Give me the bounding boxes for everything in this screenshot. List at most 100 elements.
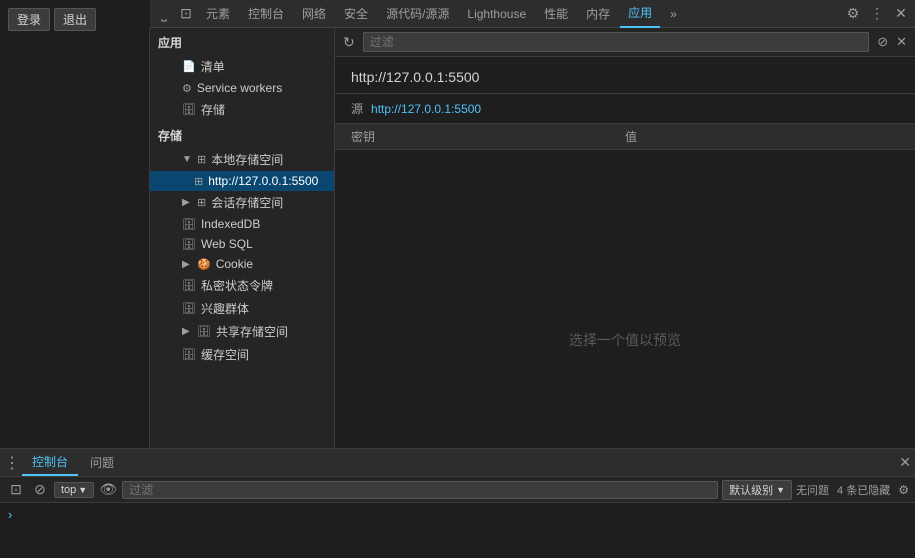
eye-icon[interactable]: 👁 — [98, 480, 118, 500]
prompt-arrow: › — [8, 507, 12, 522]
console-clear-icon[interactable]: ⊡ — [6, 480, 26, 500]
left-panel — [0, 28, 150, 448]
console-toolbar: ⊡ ⊘ top ▼ 👁 默认级别 ▼ 无问题 4 条已隐藏 ⚙ — [0, 477, 915, 503]
top-dropdown[interactable]: top ▼ — [54, 482, 94, 498]
sidebar-item-session-storage[interactable]: ▶ ⊞ 会话存储空间 — [150, 191, 334, 214]
source-row: 源 http://127.0.0.1:5500 — [335, 94, 915, 124]
sidebar-item-cookie-label: Cookie — [216, 257, 253, 271]
sidebar-item-web-sql[interactable]: 🗄 Web SQL — [150, 234, 334, 254]
source-label: 源 — [351, 100, 363, 117]
tab-network[interactable]: 网络 — [294, 0, 334, 28]
table-header: 密钥 值 — [335, 124, 915, 150]
bottom-console: ⋮ 控制台 问题 ✕ ⊡ ⊘ top ▼ 👁 默认级别 ▼ 无问题 4 条已隐藏… — [0, 448, 915, 558]
sidebar-item-interest-groups[interactable]: 🗄 兴趣群体 — [150, 297, 334, 320]
sidebar-section-app: 应用 — [150, 28, 334, 55]
cookie-icon: 🍪 — [197, 258, 211, 271]
shared-storage-arrow: ▶ — [182, 326, 192, 337]
sidebar-item-shared-storage-label: 共享存储空间 — [216, 323, 288, 340]
log-level-label: 默认级别 — [729, 482, 773, 498]
app-header-bar: ↻ ⊘ ✕ — [335, 28, 915, 57]
shared-storage-icon: 🗄 — [197, 325, 211, 338]
service-workers-icon: ⚙ — [182, 82, 192, 95]
tab-console[interactable]: 控制台 — [240, 0, 292, 28]
console-filter-input[interactable] — [122, 481, 718, 499]
console-menu-icon[interactable]: ⋮ — [4, 453, 20, 473]
login-button[interactable]: 登录 — [8, 8, 50, 31]
close-devtools-icon[interactable]: ✕ — [891, 4, 911, 24]
sidebar-item-local-storage-label: 本地存储空间 — [211, 151, 283, 168]
content-url: http://127.0.0.1:5500 — [351, 69, 479, 85]
sidebar-item-private-token-label: 私密状态令牌 — [201, 277, 273, 294]
sidebar-item-storage-menu-label: 存储 — [201, 101, 225, 118]
session-storage-arrow: ▶ — [182, 197, 192, 208]
toolbar-right-icons: ⚙ ⋮ ✕ — [843, 4, 911, 24]
sidebar-item-manifest[interactable]: 📄 清单 — [150, 55, 334, 78]
log-level-button[interactable]: 默认级别 ▼ — [722, 480, 792, 500]
tab-console-bottom[interactable]: 控制台 — [22, 449, 78, 476]
sidebar-item-web-sql-label: Web SQL — [201, 237, 253, 251]
table-header-value: 值 — [625, 128, 899, 145]
manifest-icon: 📄 — [182, 60, 196, 73]
close-filter-icon[interactable]: ✕ — [896, 34, 907, 50]
source-url: http://127.0.0.1:5500 — [371, 102, 481, 116]
sidebar-item-service-workers-label: Service workers — [197, 81, 282, 95]
sidebar-item-indexeddb[interactable]: 🗄 IndexedDB — [150, 214, 334, 234]
top-label: top — [61, 484, 76, 496]
tab-memory[interactable]: 内存 — [578, 0, 618, 28]
sidebar-item-session-storage-label: 会话存储空间 — [211, 194, 283, 211]
close-console-button[interactable]: ✕ — [899, 454, 911, 471]
console-error-icon[interactable]: ⊘ — [30, 480, 50, 500]
log-level-arrow: ▼ — [776, 485, 785, 495]
console-tabs: ⋮ 控制台 问题 ✕ — [0, 449, 915, 477]
devtools-toolbar: ⎵ ⊡ 元素 控制台 网络 安全 源代码/源源 Lighthouse 性能 内存… — [150, 0, 915, 28]
web-sql-icon: 🗄 — [182, 238, 196, 251]
url-display: http://127.0.0.1:5500 — [335, 57, 915, 94]
sidebar-section-storage: 存储 — [150, 121, 334, 148]
toolbar-icon-dock[interactable]: ⎵ — [154, 4, 174, 24]
clear-storage-icon[interactable]: ⊘ — [877, 34, 888, 50]
preview-text: 选择一个值以预览 — [569, 330, 681, 350]
localhost-icon: ⊞ — [194, 175, 203, 188]
sidebar-item-cache[interactable]: 🗄 缓存空间 — [150, 343, 334, 366]
tab-sources[interactable]: 源代码/源源 — [378, 0, 457, 28]
filter-input[interactable] — [363, 32, 869, 52]
sidebar-item-local-storage[interactable]: ▼ ⊞ 本地存储空间 — [150, 148, 334, 171]
sidebar-item-interest-groups-label: 兴趣群体 — [201, 300, 249, 317]
table-header-key: 密钥 — [351, 128, 625, 145]
tab-elements[interactable]: 元素 — [198, 0, 238, 28]
session-storage-icon: ⊞ — [197, 196, 206, 209]
console-body: › — [0, 503, 915, 558]
tab-application[interactable]: 应用 — [620, 0, 660, 28]
tab-security[interactable]: 安全 — [336, 0, 376, 28]
console-prompt[interactable]: › — [8, 507, 907, 522]
sidebar-item-shared-storage[interactable]: ▶ 🗄 共享存储空间 — [150, 320, 334, 343]
cookie-arrow: ▶ — [182, 259, 192, 270]
sidebar-item-indexeddb-label: IndexedDB — [201, 217, 260, 231]
tab-issues[interactable]: 问题 — [80, 450, 124, 475]
sidebar-item-cache-label: 缓存空间 — [201, 346, 249, 363]
sidebar-item-storage-menu[interactable]: 🗄 存储 — [150, 98, 334, 121]
console-settings-icon[interactable]: ⚙ — [898, 483, 909, 497]
sidebar-item-private-token[interactable]: 🗄 私密状态令牌 — [150, 274, 334, 297]
sidebar-item-cookie[interactable]: ▶ 🍪 Cookie — [150, 254, 334, 274]
toolbar-icon-inspect[interactable]: ⊡ — [176, 4, 196, 24]
sidebar-item-localhost[interactable]: ⊞ http://127.0.0.1:5500 — [150, 171, 334, 191]
cache-icon: 🗄 — [182, 348, 196, 361]
refresh-icon[interactable]: ↻ — [343, 34, 355, 51]
top-dropdown-arrow: ▼ — [78, 485, 87, 495]
tab-lighthouse[interactable]: Lighthouse — [459, 0, 534, 28]
interest-groups-icon: 🗄 — [182, 302, 196, 315]
exit-button[interactable]: 退出 — [54, 8, 96, 31]
top-buttons: 登录 退出 — [8, 8, 96, 31]
tab-more[interactable]: » — [662, 0, 685, 28]
sidebar-item-manifest-label: 清单 — [201, 58, 225, 75]
sidebar-item-service-workers[interactable]: ⚙ Service workers — [150, 78, 334, 98]
indexeddb-icon: 🗄 — [182, 218, 196, 231]
sidebar-item-localhost-label: http://127.0.0.1:5500 — [208, 174, 318, 188]
private-token-icon: 🗄 — [182, 279, 196, 292]
more-options-icon[interactable]: ⋮ — [867, 4, 887, 24]
settings-icon[interactable]: ⚙ — [843, 4, 863, 24]
tab-performance[interactable]: 性能 — [536, 0, 576, 28]
local-storage-icon: ⊞ — [197, 153, 206, 166]
hidden-count: 4 条已隐藏 — [837, 482, 890, 498]
